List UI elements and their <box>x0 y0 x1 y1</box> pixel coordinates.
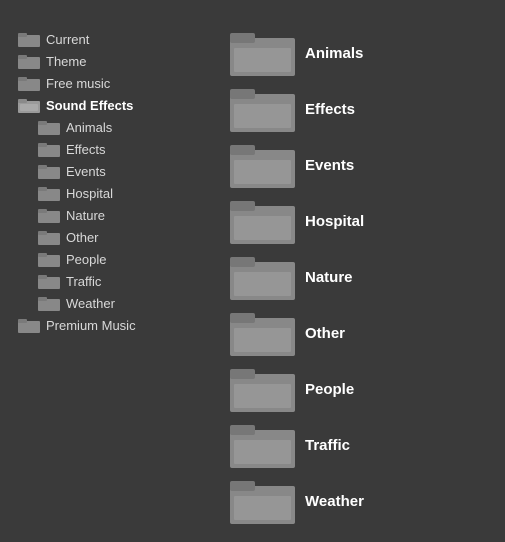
grid-label-animals: Animals <box>305 45 363 62</box>
grid-item-animals[interactable]: Animals <box>230 28 495 78</box>
tree-item-free-music[interactable]: Free music <box>10 72 220 94</box>
tree-item-current[interactable]: Current <box>10 28 220 50</box>
tree-label-events: Events <box>66 164 106 179</box>
folder-icon-effects <box>38 141 60 157</box>
tree-item-sound-effects[interactable]: Sound Effects <box>10 94 220 116</box>
folder-icon-hospital <box>38 185 60 201</box>
grid-label-nature: Nature <box>305 269 353 286</box>
grid-item-events[interactable]: Events <box>230 140 495 190</box>
folder-icon-traffic <box>38 273 60 289</box>
tree-label-traffic: Traffic <box>66 274 101 289</box>
grid-label-hospital: Hospital <box>305 213 364 230</box>
tree-label-sound-effects: Sound Effects <box>46 98 133 113</box>
tree-item-weather[interactable]: Weather <box>10 292 220 314</box>
grid-item-other[interactable]: Other <box>230 308 495 358</box>
grid-item-weather[interactable]: Weather <box>230 476 495 526</box>
tree-panel: Current Theme Free music Sound Effects A… <box>0 28 220 532</box>
tree-label-theme: Theme <box>46 54 86 69</box>
grid-label-traffic: Traffic <box>305 437 350 454</box>
tree-label-nature: Nature <box>66 208 105 223</box>
tree-label-animals: Animals <box>66 120 112 135</box>
folder-icon-events <box>38 163 60 179</box>
grid-label-events: Events <box>305 157 354 174</box>
tree-label-hospital: Hospital <box>66 186 113 201</box>
tree-label-free-music: Free music <box>46 76 110 91</box>
folder-icon-premium-music <box>18 317 40 333</box>
grid-folder-other <box>230 308 295 358</box>
tree-label-effects: Effects <box>66 142 106 157</box>
tree-item-traffic[interactable]: Traffic <box>10 270 220 292</box>
tree-item-people[interactable]: People <box>10 248 220 270</box>
folder-icon-weather <box>38 295 60 311</box>
tree-label-current: Current <box>46 32 89 47</box>
folder-icon-free-music <box>18 75 40 91</box>
folder-icon-theme <box>18 53 40 69</box>
grid-item-people[interactable]: People <box>230 364 495 414</box>
grid-item-nature[interactable]: Nature <box>230 252 495 302</box>
folder-icon-animals <box>38 119 60 135</box>
folder-icon-current <box>18 31 40 47</box>
grid-folder-nature <box>230 252 295 302</box>
folder-icon-sound-effects <box>18 97 40 113</box>
tree-item-hospital[interactable]: Hospital <box>10 182 220 204</box>
grid-item-effects[interactable]: Effects <box>230 84 495 134</box>
tree-item-nature[interactable]: Nature <box>10 204 220 226</box>
grid-label-weather: Weather <box>305 493 364 510</box>
grid-item-traffic[interactable]: Traffic <box>230 420 495 470</box>
folder-icon-people <box>38 251 60 267</box>
tree-label-other: Other <box>66 230 99 245</box>
grid-label-people: People <box>305 381 354 398</box>
page-title <box>0 0 505 28</box>
grid-label-effects: Effects <box>305 101 355 118</box>
tree-label-weather: Weather <box>66 296 115 311</box>
grid-item-hospital[interactable]: Hospital <box>230 196 495 246</box>
grid-panel: Animals Effects Events Hospital Nature O… <box>220 28 505 532</box>
tree-label-people: People <box>66 252 106 267</box>
tree-item-theme[interactable]: Theme <box>10 50 220 72</box>
grid-folder-effects <box>230 84 295 134</box>
folder-icon-other <box>38 229 60 245</box>
folder-icon-nature <box>38 207 60 223</box>
tree-label-premium-music: Premium Music <box>46 318 136 333</box>
grid-folder-traffic <box>230 420 295 470</box>
grid-folder-people <box>230 364 295 414</box>
tree-item-effects[interactable]: Effects <box>10 138 220 160</box>
grid-folder-weather <box>230 476 295 526</box>
tree-item-animals[interactable]: Animals <box>10 116 220 138</box>
tree-item-premium-music[interactable]: Premium Music <box>10 314 220 336</box>
tree-item-other[interactable]: Other <box>10 226 220 248</box>
grid-folder-hospital <box>230 196 295 246</box>
grid-label-other: Other <box>305 325 345 342</box>
tree-item-events[interactable]: Events <box>10 160 220 182</box>
grid-folder-animals <box>230 28 295 78</box>
grid-folder-events <box>230 140 295 190</box>
